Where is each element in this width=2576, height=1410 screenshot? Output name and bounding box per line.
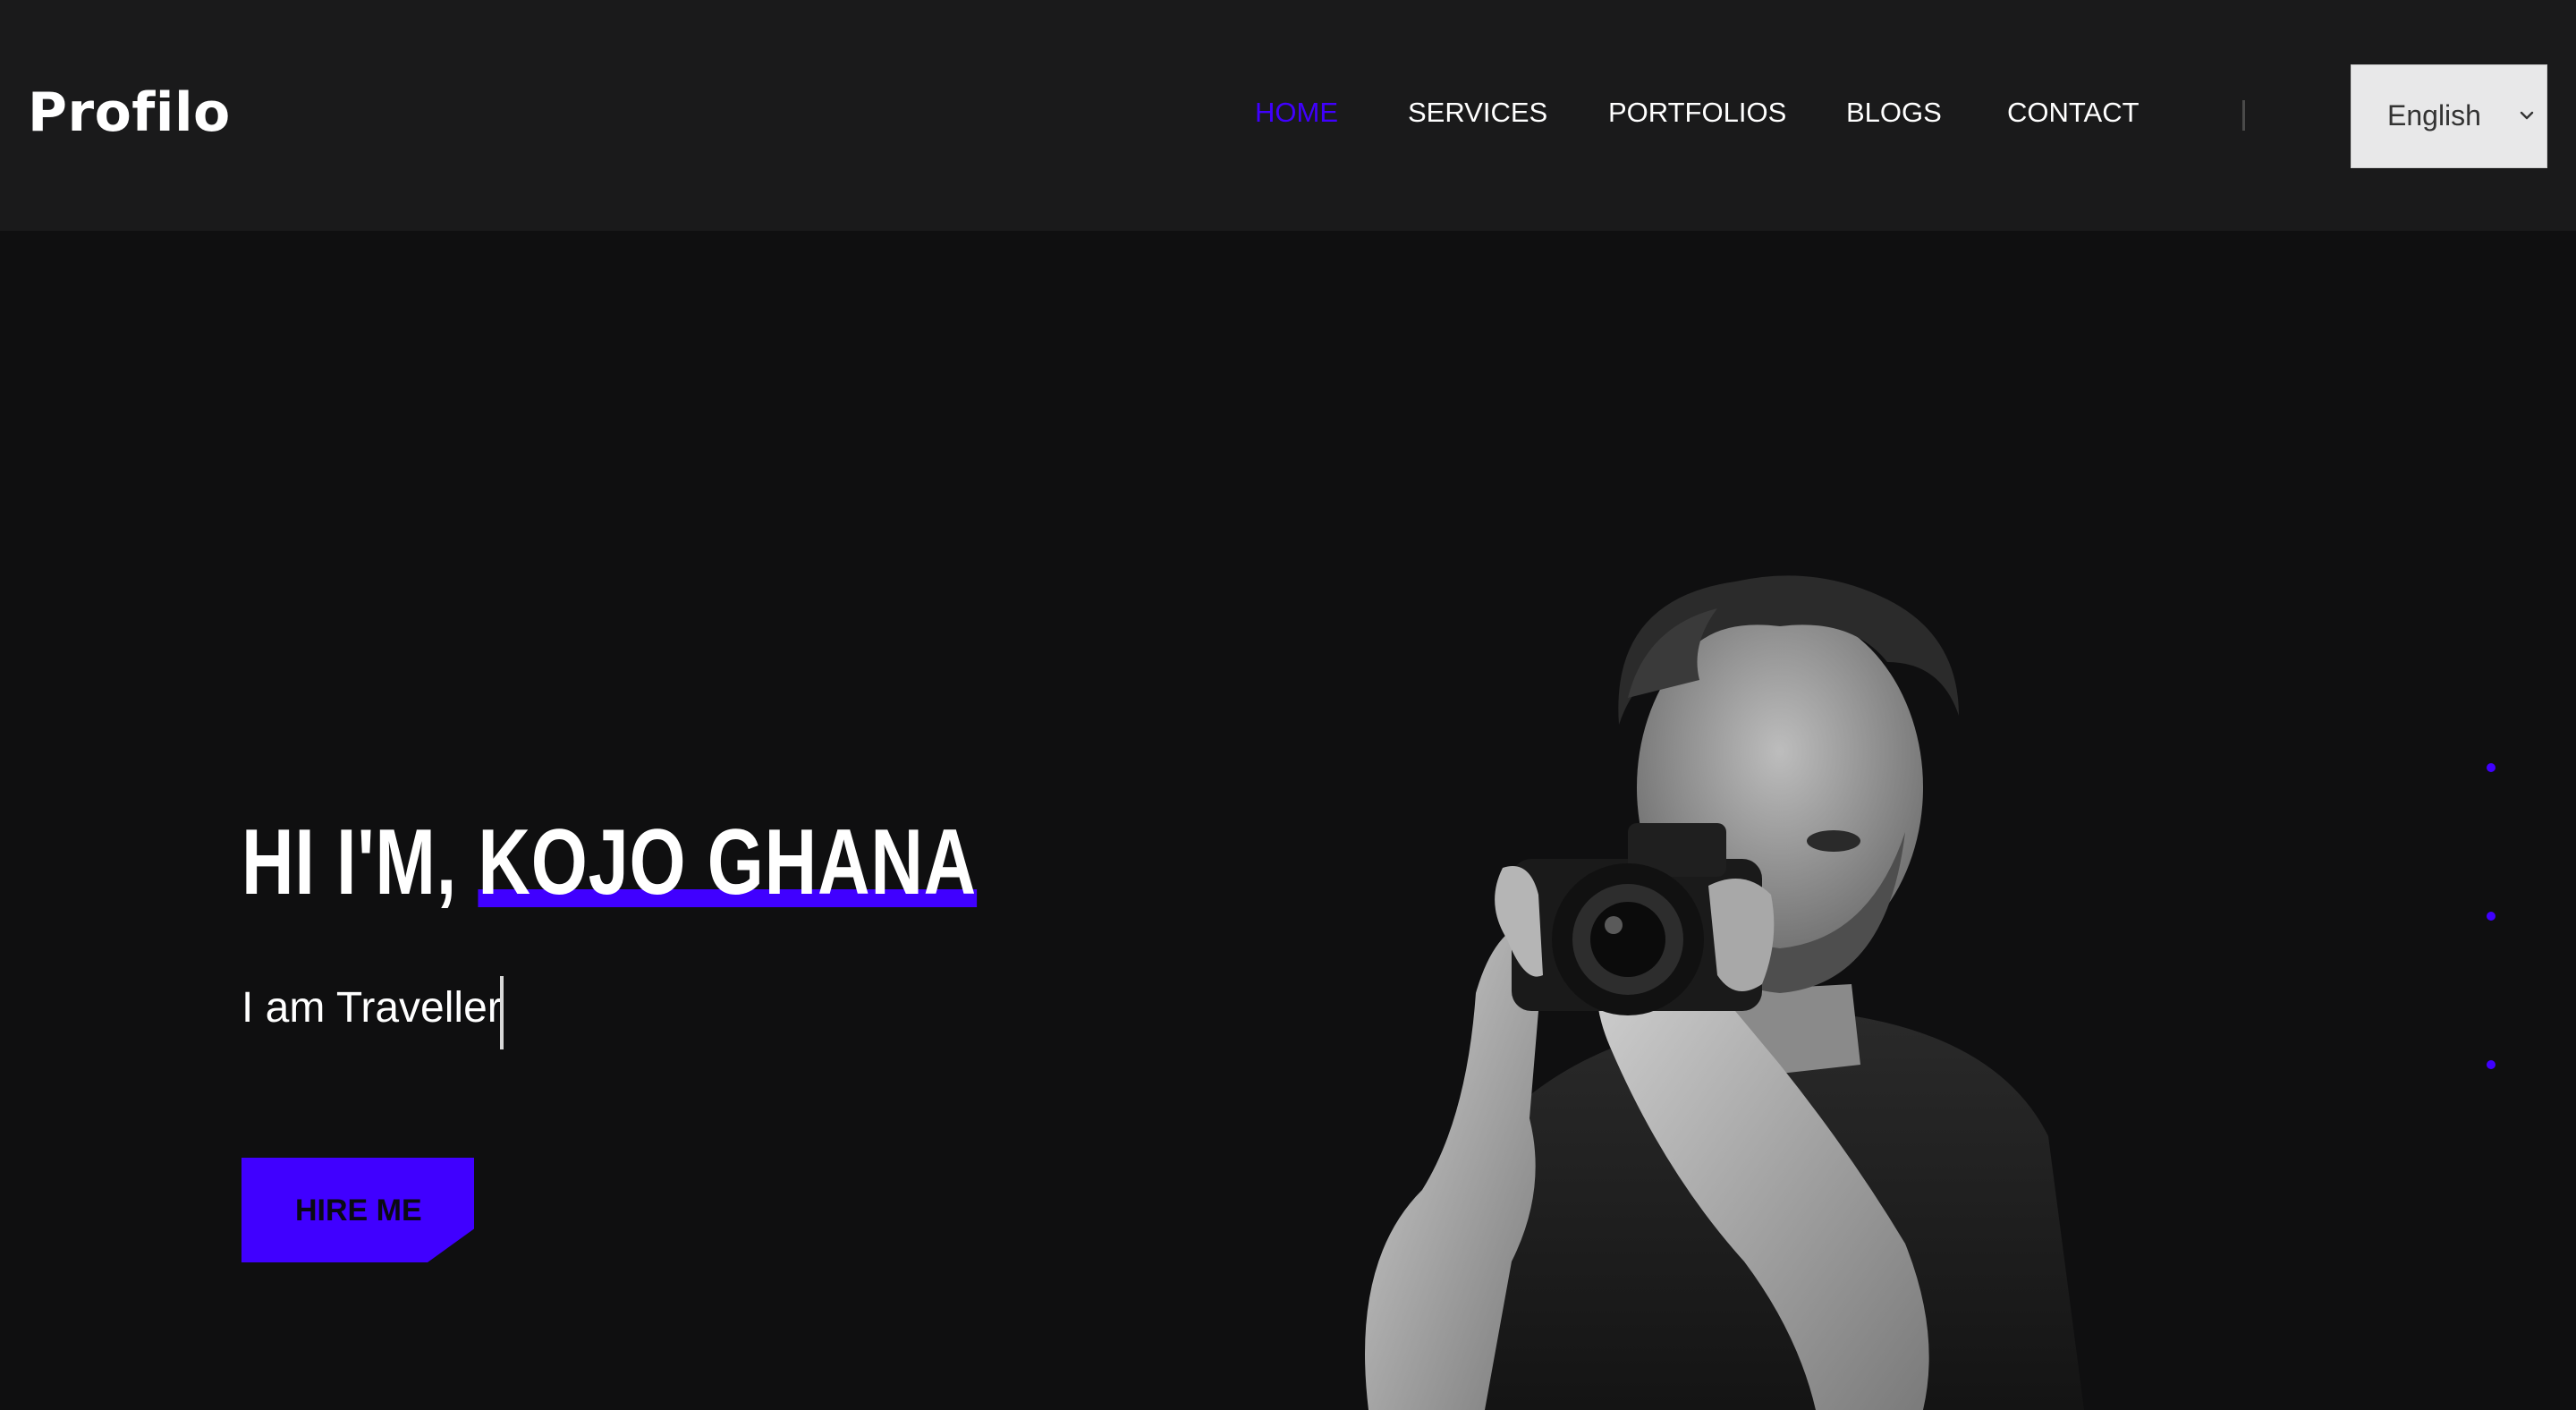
nav-blogs[interactable]: BLOGS (1846, 98, 1942, 126)
nav-services[interactable]: SERVICES (1408, 98, 1547, 126)
slider-dot-2[interactable] (2487, 912, 2496, 921)
hero-name-text: KOJO GHANA (478, 811, 978, 914)
photographer-image (1365, 575, 2084, 1410)
hire-me-label: HIRE ME (295, 1193, 422, 1227)
hero-subtitle: I am Traveller (242, 984, 502, 1032)
hire-me-button[interactable]: HIRE ME (242, 1158, 474, 1262)
nav-portfolios[interactable]: PORTFOLIOS (1608, 98, 1786, 126)
language-selected-value: English (2387, 99, 2481, 132)
hero-greeting: HI I'M, (242, 811, 458, 914)
nav-divider (2242, 100, 2245, 131)
site-logo[interactable]: Profilo (28, 86, 231, 140)
chevron-down-icon (2520, 111, 2534, 120)
nav-contact[interactable]: CONTACT (2007, 98, 2140, 126)
hero-name: KOJO GHANA (478, 816, 978, 909)
typing-caret (500, 976, 504, 1049)
slider-dot-1[interactable] (2487, 763, 2496, 772)
site-header: Profilo HOME SERVICES PORTFOLIOS BLOGS C… (0, 0, 2576, 231)
slider-dot-3[interactable] (2487, 1060, 2496, 1069)
nav-home[interactable]: HOME (1255, 98, 1338, 126)
language-select[interactable]: English (2351, 64, 2547, 168)
hero-title: HI I'M, KOJO GHANA (242, 816, 978, 909)
